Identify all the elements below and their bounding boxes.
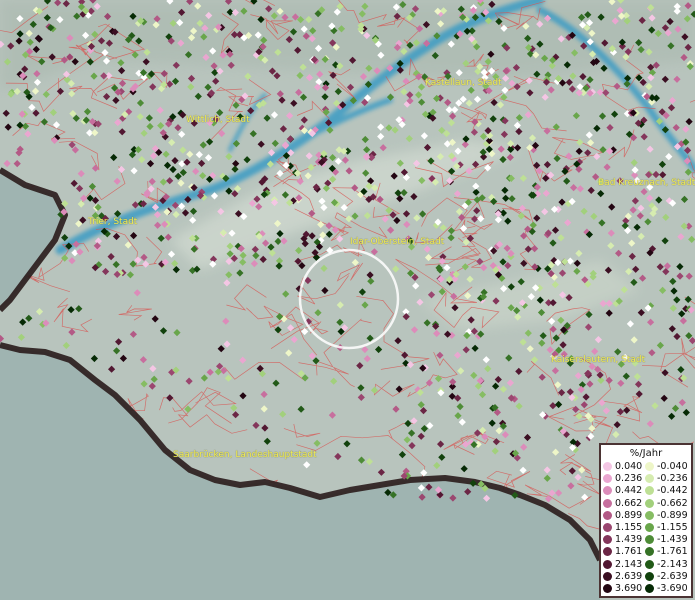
city-label-kastellaun: Kastellaun, Stadt <box>425 78 502 88</box>
legend-entry-negative: -1.761 <box>645 546 688 557</box>
legend-swatch <box>645 486 654 496</box>
legend-entry-negative: -0.662 <box>645 498 688 509</box>
legend-value: -2.143 <box>657 558 688 570</box>
legend-value: -0.040 <box>657 461 688 472</box>
legend-entry-negative: -1.439 <box>645 534 688 545</box>
legend-entry-negative: -0.040 <box>645 461 688 472</box>
legend-swatch <box>603 498 612 508</box>
legend-entry-positive: 0.236 <box>603 473 642 484</box>
legend-entry-negative: -0.236 <box>645 473 688 484</box>
legend-entry-negative: -2.143 <box>645 559 688 570</box>
legend-value: -3.690 <box>657 583 688 594</box>
legend-value: 0.662 <box>615 497 643 509</box>
legend-value: 1.155 <box>615 522 643 533</box>
legend-value: -2.639 <box>657 570 688 582</box>
legend-swatch <box>645 523 654 532</box>
legend-entry-negative: -3.690 <box>645 583 688 594</box>
legend-swatch <box>603 462 612 471</box>
legend-value: 0.236 <box>615 473 643 485</box>
legend-title: %/Jahr <box>629 448 663 459</box>
legend-swatch <box>645 510 654 520</box>
legend-entry-positive: 0.442 <box>603 485 642 496</box>
legend-entry-positive: 2.639 <box>603 571 642 582</box>
legend-entry-positive: 1.155 <box>603 522 642 533</box>
legend-value: 0.040 <box>615 461 643 472</box>
legend-entry-positive: 3.690 <box>603 583 642 594</box>
legend-value: 2.639 <box>615 570 643 582</box>
city-label-trier: Trier, Stadt <box>88 217 138 227</box>
legend-value: -0.899 <box>657 509 688 521</box>
legend-entry-negative: -0.442 <box>645 485 688 496</box>
legend-entry-positive: 1.761 <box>603 546 642 557</box>
legend-swatch <box>645 462 654 471</box>
legend-swatch <box>645 584 654 593</box>
legend-value: 1.761 <box>615 546 643 558</box>
legend-value: -1.761 <box>657 546 688 558</box>
legend-value: -1.155 <box>657 522 688 533</box>
city-label-wittlich: Wittlich, Stadt <box>186 115 250 125</box>
legend-swatch <box>603 510 612 520</box>
legend-entry-positive: 0.662 <box>603 498 642 509</box>
legend-entry-negative: -0.899 <box>645 510 688 521</box>
legend-swatch <box>603 474 612 484</box>
legend-value: 1.439 <box>615 534 643 546</box>
legend-swatch <box>603 571 612 581</box>
legend-swatch <box>603 535 612 545</box>
legend-value: -0.662 <box>657 497 688 509</box>
city-label-bad-kreuznach: Bad Kreuznach, Stadt <box>598 178 695 188</box>
legend-swatch <box>645 571 654 581</box>
legend-swatch <box>645 474 654 484</box>
legend-value: -0.442 <box>657 485 688 497</box>
legend-entry-positive: 0.899 <box>603 510 642 521</box>
legend-entry-positive: 0.040 <box>603 461 642 472</box>
legend-entry-positive: 1.439 <box>603 534 642 545</box>
legend-value: 2.143 <box>615 558 643 570</box>
legend-value: 3.690 <box>615 583 643 594</box>
legend-swatch <box>603 584 612 593</box>
legend-value: -1.439 <box>657 534 688 546</box>
legend-swatch <box>603 523 612 532</box>
legend-entry-negative: -1.155 <box>645 522 688 533</box>
city-label-idar-oberstein: Idar-Oberstein, Stadt <box>350 237 445 247</box>
city-label-saarbruecken: Saarbrücken, Landeshauptstadt <box>173 450 317 460</box>
legend-swatch <box>645 547 654 557</box>
map-canvas[interactable] <box>0 0 695 600</box>
legend: %/Jahr 0.040 0.236 0.442 0.662 0.899 1.155 1.4… <box>599 443 693 598</box>
city-label-kaiserslautern: Kaiserslautern, Stadt <box>551 355 646 365</box>
legend-swatch <box>645 498 654 508</box>
legend-swatch <box>603 547 612 557</box>
legend-swatch <box>603 559 612 569</box>
legend-value: 0.899 <box>615 509 643 521</box>
legend-entry-negative: -2.639 <box>645 571 688 582</box>
legend-swatch <box>603 486 612 496</box>
legend-swatch <box>645 559 654 569</box>
legend-swatch <box>645 535 654 545</box>
legend-value: 0.442 <box>615 485 643 497</box>
legend-value: -0.236 <box>657 473 688 485</box>
legend-entry-positive: 2.143 <box>603 559 642 570</box>
